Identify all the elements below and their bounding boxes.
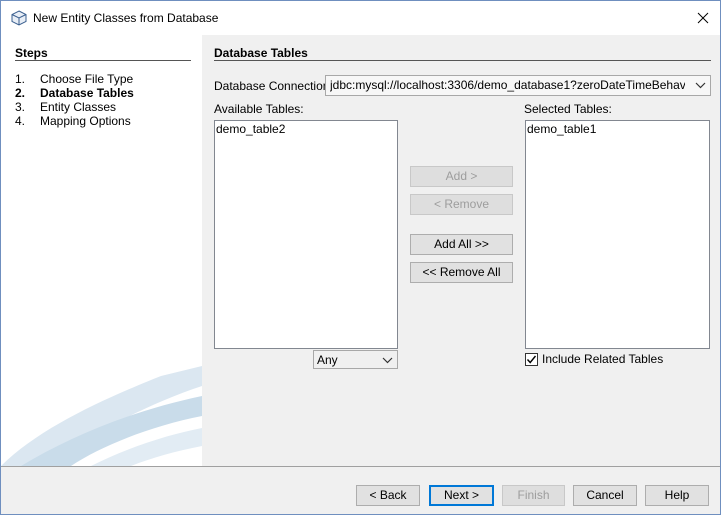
steps-panel: Steps 1. Choose File Type 2. Database Tabl… [1, 35, 202, 466]
add-all-button[interactable]: Add All >> [410, 234, 513, 255]
checkbox-box[interactable] [525, 352, 538, 366]
step-entity-classes: 3. Entity Classes [15, 100, 134, 114]
step-label: Entity Classes [40, 100, 117, 114]
table-filter-dropdown[interactable]: Any [313, 350, 398, 369]
finish-button[interactable]: Finish [502, 485, 565, 506]
include-related-label: Include Related Tables [542, 352, 664, 366]
step-mapping-options: 4. Mapping Options [15, 114, 134, 128]
title-bar: New Entity Classes from Database [1, 1, 720, 35]
close-button[interactable] [686, 1, 720, 35]
decorative-swoosh-graphic [1, 366, 202, 466]
selected-tables-label: Selected Tables: [524, 102, 612, 116]
step-choose-file-type: 1. Choose File Type [15, 72, 134, 86]
step-label: Choose File Type [40, 72, 134, 86]
step-database-tables: 2. Database Tables [15, 86, 134, 100]
step-number: 1. [15, 72, 26, 86]
help-button[interactable]: Help [645, 485, 709, 506]
steps-list: 1. Choose File Type 2. Database Tables 3. E… [15, 72, 134, 128]
available-tables-label: Available Tables: [214, 102, 304, 116]
filter-value: Any [317, 353, 338, 367]
panel-divider [214, 60, 711, 61]
database-tables-panel: Database Tables Database Connection: jdb… [202, 35, 720, 466]
window-title: New Entity Classes from Database [33, 11, 219, 25]
chevron-down-icon [382, 357, 393, 364]
steps-divider [15, 60, 191, 61]
add-button[interactable]: Add > [410, 166, 513, 187]
checkmark-icon [526, 355, 537, 364]
chevron-down-icon [695, 82, 706, 89]
step-number: 4. [15, 114, 26, 128]
remove-button[interactable]: < Remove [410, 194, 513, 215]
step-label: Mapping Options [40, 114, 131, 128]
wizard-footer: < Back Next > Finish Cancel Help [1, 467, 720, 514]
connection-label: Database Connection: [214, 79, 333, 93]
remove-all-button[interactable]: << Remove All [410, 262, 513, 283]
include-related-tables-checkbox[interactable]: Include Related Tables [525, 352, 663, 366]
back-button[interactable]: < Back [356, 485, 420, 506]
connection-value: jdbc:mysql://localhost:3306/demo_databas… [330, 78, 685, 92]
wizard-dialog: New Entity Classes from Database Steps 1… [0, 0, 721, 515]
step-label: Database Tables [40, 86, 134, 100]
netbeans-cube-icon [11, 10, 27, 26]
step-number: 2. [15, 86, 26, 100]
selected-tables-list[interactable]: demo_table1 [525, 120, 710, 349]
step-number: 3. [15, 100, 26, 114]
steps-heading: Steps [15, 46, 48, 60]
list-item[interactable]: demo_table2 [216, 122, 396, 136]
available-tables-list[interactable]: demo_table2 [214, 120, 398, 349]
next-button[interactable]: Next > [429, 485, 494, 506]
list-item[interactable]: demo_table1 [527, 122, 708, 136]
cancel-button[interactable]: Cancel [573, 485, 637, 506]
database-connection-dropdown[interactable]: jdbc:mysql://localhost:3306/demo_databas… [325, 75, 711, 96]
panel-title: Database Tables [214, 46, 308, 60]
close-icon [697, 12, 709, 24]
